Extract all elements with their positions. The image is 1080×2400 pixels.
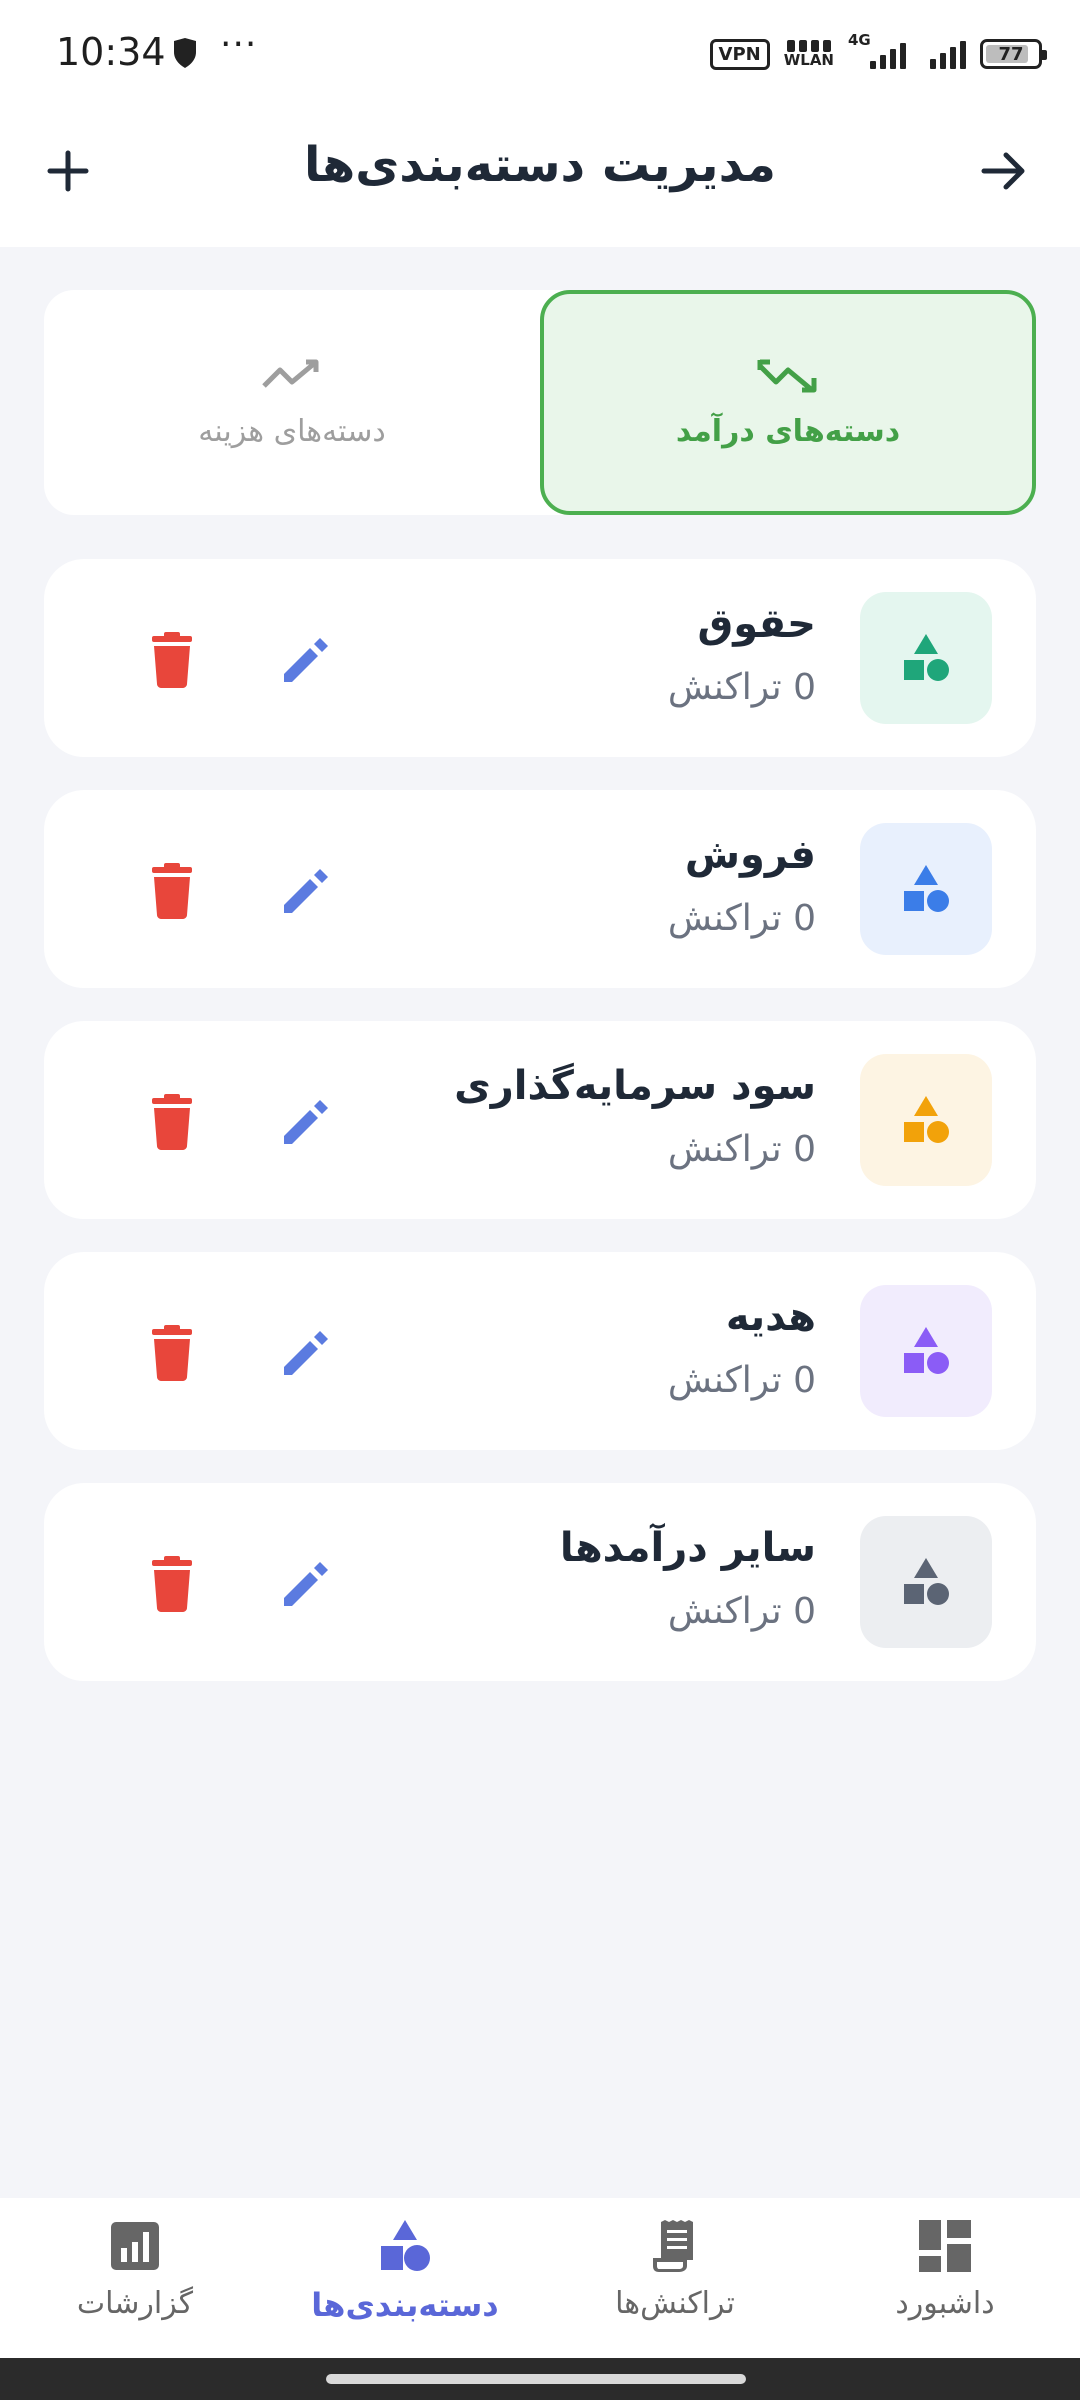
edit-icon[interactable] [278,632,334,688]
category-card[interactable]: هدیه 0 تراکنش [44,1252,1036,1450]
page-title: مدیریت دسته‌بندی‌ها [303,137,777,193]
edit-icon[interactable] [278,1094,334,1150]
shield-icon [174,38,196,68]
category-transaction-count: 0 تراکنش [667,667,816,708]
category-name: حقوق [697,601,816,647]
dashboard-icon [919,2220,971,2272]
reports-icon [111,2222,159,2270]
category-transaction-count: 0 تراکنش [667,1591,816,1632]
edit-icon[interactable] [278,863,334,919]
nav-item-reports[interactable]: گزارشات [0,2218,270,2348]
trending-down-icon [262,359,319,388]
category-name: هدیه [725,1294,816,1340]
delete-icon[interactable] [148,1325,196,1381]
wlan-icon: WLAN [784,40,834,68]
category-icon [904,1096,949,1143]
wlan-label: WLAN [783,51,834,69]
category-card[interactable]: فروش 0 تراکنش [44,790,1036,988]
category-icon [904,865,949,912]
nav-item-dashboard[interactable]: داشبورد [810,2218,1080,2348]
category-name: سایر درآمدها [559,1525,816,1571]
status-icons: VPN WLAN 4G 77 [709,31,1047,74]
category-card[interactable]: سایر درآمدها 0 تراکنش [44,1483,1036,1681]
app-bar: مدیریت دسته‌بندی‌ها [0,105,1080,247]
nav-label-transactions: تراکنش‌ها [615,2286,735,2321]
edit-icon[interactable] [278,1325,334,1381]
category-name: فروش [684,832,816,878]
nav-label-dashboard: داشبورد [895,2286,995,2321]
category-card[interactable]: سود سرمایه‌گذاری 0 تراکنش [44,1021,1036,1219]
gesture-bar [0,2358,1080,2400]
tab-expense-categories[interactable]: دسته‌های هزینه [44,290,540,515]
category-icon-box [860,1516,992,1648]
tab-income-categories[interactable]: دسته‌های درآمد [540,290,1036,515]
delete-icon[interactable] [148,1556,196,1612]
signal-icon [930,39,966,69]
nav-item-transactions[interactable]: تراکنش‌ها [540,2218,810,2348]
category-icon [904,1327,949,1374]
tab-expense-label: دسته‌های هزینه [198,414,386,449]
network-type: 4G [848,31,871,49]
category-transaction-count: 0 تراکنش [667,1360,816,1401]
category-icon-box [860,823,992,955]
nav-label-categories: دسته‌بندی‌ها [311,2286,499,2324]
category-transaction-count: 0 تراکنش [667,1129,816,1170]
delete-icon[interactable] [148,632,196,688]
delete-icon[interactable] [148,1094,196,1150]
signal-icon: 4G [848,31,916,69]
vpn-icon: VPN [709,38,770,70]
category-transaction-count: 0 تراکنش [667,898,816,939]
trending-up-icon [757,359,817,393]
category-icon [381,2220,430,2271]
battery-level: 77 [998,43,1024,65]
category-icon-box [860,1285,992,1417]
status-bar: 10:34 ··· VPN WLAN 4G 77 [0,0,1080,105]
edit-icon[interactable] [278,1556,334,1612]
category-icon [904,634,949,681]
category-card[interactable]: حقوق 0 تراکنش [44,559,1036,757]
nav-item-categories[interactable]: دسته‌بندی‌ها [270,2218,540,2348]
delete-icon[interactable] [148,863,196,919]
category-icon-box [860,592,992,724]
category-type-tabs: دسته‌های هزینه دسته‌های درآمد [44,290,1036,515]
receipt-icon [653,2220,693,2272]
category-icon-box [860,1054,992,1186]
more-indicator: ··· [220,24,258,65]
arrow-forward-icon[interactable] [976,143,1032,199]
home-handle[interactable] [326,2374,746,2384]
bottom-navigation: داشبورد تراکنش‌ها دسته‌بندی‌ها گزارشات [0,2198,1080,2358]
category-icon [904,1558,949,1605]
status-time: 10:34 [56,30,166,74]
category-name: سود سرمایه‌گذاری [454,1063,816,1109]
nav-label-reports: گزارشات [76,2286,194,2321]
battery-icon: 77 [980,39,1047,69]
tab-income-label: دسته‌های درآمد [675,414,901,449]
